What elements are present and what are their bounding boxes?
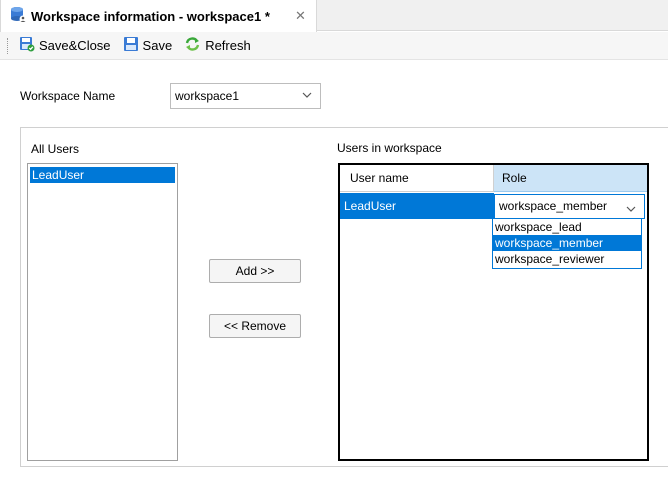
remove-button[interactable]: << Remove — [209, 314, 301, 338]
tab-strip: Workspace information - workspace1 * ✕ — [0, 0, 668, 32]
users-in-workspace-grid[interactable]: User name Role LeadUser workspace_member — [338, 163, 649, 461]
save-close-button[interactable]: Save&Close — [16, 34, 114, 57]
role-option-workspace-reviewer[interactable]: workspace_reviewer — [493, 251, 641, 267]
save-button[interactable]: Save — [120, 34, 176, 57]
save-icon — [123, 36, 143, 55]
database-workspace-icon — [10, 6, 27, 26]
grid-header: User name Role — [340, 165, 647, 192]
all-users-label: All Users — [31, 142, 80, 156]
role-select[interactable]: workspace_member — [494, 194, 645, 219]
role-option-workspace-member[interactable]: workspace_member — [493, 235, 641, 251]
role-select-value: workspace_member — [499, 199, 608, 213]
save-close-icon — [19, 36, 39, 55]
all-users-list[interactable]: LeadUser — [27, 163, 178, 461]
tab-title: Workspace information - workspace1 * — [31, 8, 270, 24]
table-row[interactable]: LeadUser workspace_member — [340, 193, 647, 219]
workspace-name-value: workspace1 — [175, 89, 240, 103]
role-dropdown-list[interactable]: workspace_lead workspace_member workspac… — [492, 218, 642, 269]
refresh-label: Refresh — [205, 38, 251, 53]
chevron-down-icon — [301, 89, 313, 104]
cell-user-name[interactable]: LeadUser — [340, 193, 494, 219]
toolbar: Save&Close Save Refresh — [0, 32, 668, 60]
close-icon[interactable]: ✕ — [295, 8, 306, 24]
column-header-user-name[interactable]: User name — [340, 165, 494, 192]
users-in-workspace-label: Users in workspace — [337, 141, 442, 155]
add-button[interactable]: Add >> — [209, 259, 301, 283]
save-close-label: Save&Close — [39, 38, 111, 53]
workspace-name-select[interactable]: workspace1 — [170, 83, 321, 109]
save-label: Save — [142, 38, 173, 53]
refresh-button[interactable]: Refresh — [181, 34, 254, 57]
list-item[interactable]: LeadUser — [30, 167, 175, 183]
tab-workspace-information[interactable]: Workspace information - workspace1 * ✕ — [0, 0, 317, 32]
role-option-workspace-lead[interactable]: workspace_lead — [493, 219, 641, 235]
toolbar-grip[interactable] — [7, 37, 10, 54]
column-header-role[interactable]: Role — [494, 165, 647, 192]
refresh-icon — [184, 36, 205, 55]
workspace-name-label: Workspace Name — [20, 89, 116, 103]
